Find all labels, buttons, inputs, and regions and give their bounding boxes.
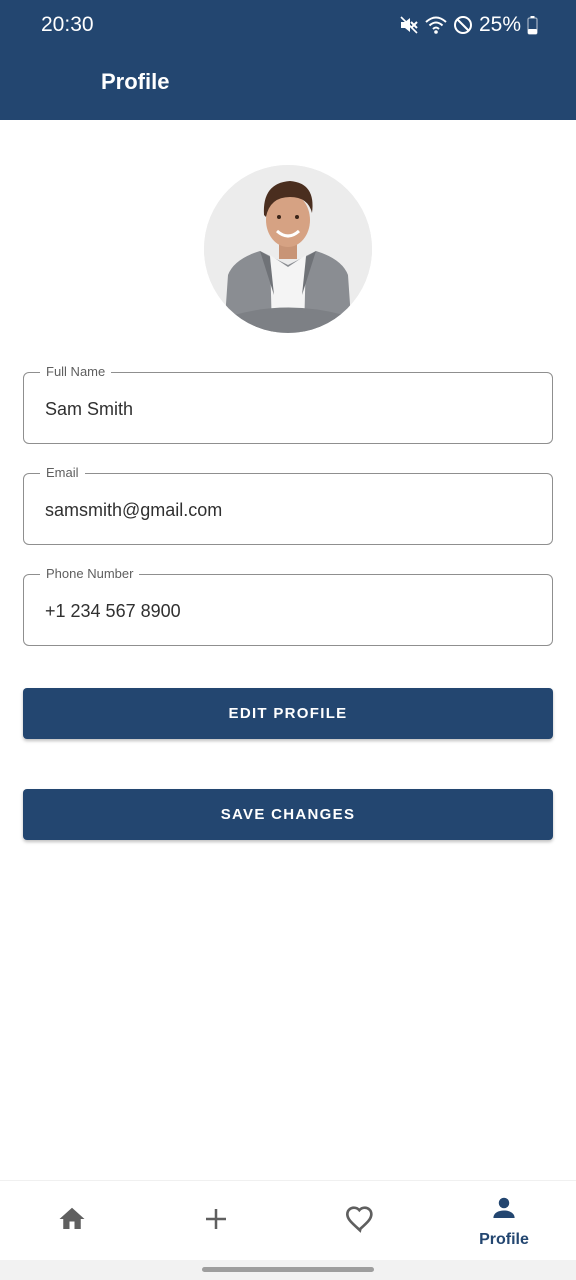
status-time: 20:30	[41, 13, 94, 36]
nav-item-add[interactable]	[144, 1181, 288, 1261]
edit-profile-button[interactable]: EDIT PROFILE	[23, 688, 553, 739]
nav-item-favorites[interactable]	[288, 1181, 432, 1261]
bottom-navigation: Profile	[0, 1180, 576, 1260]
top-app-bar: 20:30 25% Profile	[0, 0, 576, 120]
mute-icon	[399, 15, 419, 35]
full-name-input[interactable]: Sam Smith	[45, 397, 536, 421]
email-field[interactable]: Email samsmith@gmail.com	[23, 465, 553, 545]
avatar[interactable]	[204, 165, 372, 333]
phone-input[interactable]: +1 234 567 8900	[45, 599, 536, 623]
email-input[interactable]: samsmith@gmail.com	[45, 498, 536, 522]
gesture-handle[interactable]	[202, 1267, 374, 1272]
nav-item-profile[interactable]: Profile	[432, 1181, 576, 1261]
profile-screen: 20:30 25% Profile Full Name Sam Smith Em…	[0, 0, 576, 1280]
phone-label: Phone Number	[40, 566, 140, 582]
plus-icon	[201, 1204, 231, 1239]
wifi-icon	[425, 15, 447, 35]
heart-icon	[344, 1203, 376, 1240]
profile-photo	[204, 165, 372, 333]
person-icon	[489, 1193, 519, 1228]
page-title: Profile	[101, 69, 170, 94]
email-label: Email	[40, 465, 85, 481]
dnd-icon	[453, 15, 473, 35]
phone-field[interactable]: Phone Number +1 234 567 8900	[23, 566, 553, 646]
nav-label-profile: Profile	[479, 1230, 529, 1248]
full-name-field[interactable]: Full Name Sam Smith	[23, 364, 553, 444]
gesture-navigation-area	[0, 1260, 576, 1280]
battery-icon	[527, 15, 538, 35]
status-icons: 25%	[399, 13, 538, 37]
full-name-label: Full Name	[40, 364, 112, 380]
home-icon	[57, 1204, 87, 1239]
nav-item-home[interactable]	[0, 1181, 144, 1261]
battery-percent: 25%	[478, 13, 521, 36]
save-changes-button[interactable]: SAVE CHANGES	[23, 789, 553, 840]
